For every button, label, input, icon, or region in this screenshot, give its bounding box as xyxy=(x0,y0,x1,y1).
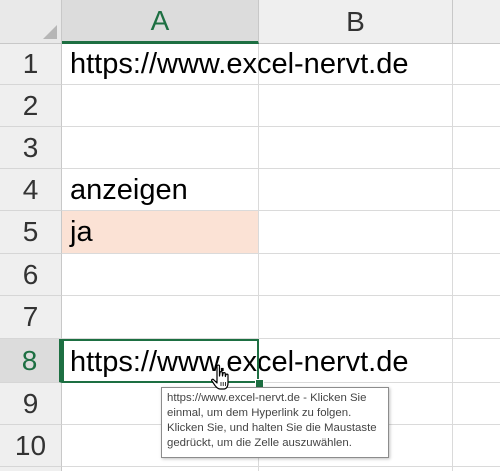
gridline xyxy=(62,126,500,127)
hand-pointer-icon xyxy=(211,364,229,390)
gridline xyxy=(62,466,500,467)
cell-a4[interactable]: anzeigen xyxy=(62,169,258,211)
row-header-11[interactable] xyxy=(0,467,62,471)
row-header-7[interactable]: 7 xyxy=(0,296,62,339)
spreadsheet-grid: A B 1 2 3 4 5 6 7 8 9 10 https://www.exc… xyxy=(0,0,500,471)
tooltip-line-3: Klicken Sie, und halten Sie die Maustast… xyxy=(167,422,377,434)
tooltip-line-2: einmal, um dem Hyperlink zu folgen. xyxy=(167,407,352,419)
row-header-5[interactable]: 5 xyxy=(0,211,62,254)
gridline xyxy=(62,295,500,296)
tooltip-line-1: https://www.excel-nervt.de - Klicken Sie xyxy=(167,392,367,404)
gridline xyxy=(62,253,500,254)
select-all-triangle-icon xyxy=(43,25,57,39)
row-header-6[interactable]: 6 xyxy=(0,254,62,296)
cell-a1-hyperlink[interactable]: https://www.excel-nervt.de xyxy=(62,44,408,85)
row-header-1[interactable]: 1 xyxy=(0,44,62,85)
row-header-4[interactable]: 4 xyxy=(0,169,62,211)
row-header-2[interactable]: 2 xyxy=(0,85,62,127)
row-header-3[interactable]: 3 xyxy=(0,127,62,169)
tooltip-line-4: gedrückt, um die Zelle auszuwählen. xyxy=(167,437,352,449)
row-header-8[interactable]: 8 xyxy=(0,339,62,383)
column-header-c[interactable] xyxy=(453,0,500,44)
select-all-button[interactable] xyxy=(0,0,62,44)
column-header-b[interactable]: B xyxy=(259,0,453,44)
row-header-9[interactable]: 9 xyxy=(0,383,62,425)
hyperlink-tooltip: https://www.excel-nervt.de - Klicken Sie… xyxy=(161,387,389,458)
cell-a5[interactable]: ja xyxy=(62,211,258,253)
gridline xyxy=(452,44,453,471)
column-header-a[interactable]: A xyxy=(62,0,259,44)
row-header-10[interactable]: 10 xyxy=(0,425,62,467)
